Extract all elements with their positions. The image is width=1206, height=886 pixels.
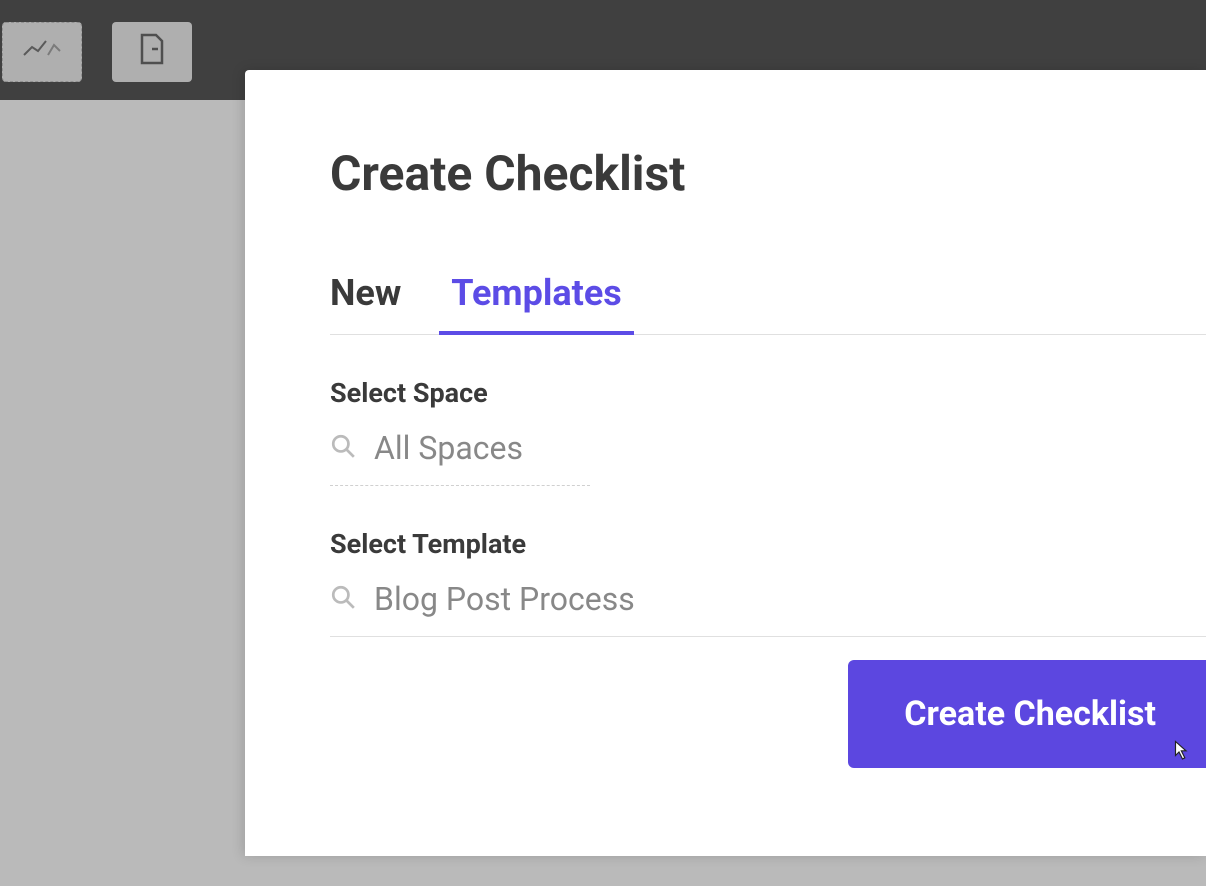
template-search-input[interactable] xyxy=(374,580,1166,618)
select-space-label: Select Space xyxy=(330,377,1206,409)
tab-templates[interactable]: Templates xyxy=(451,272,621,334)
select-template-label: Select Template xyxy=(330,528,1206,560)
modal-title: Create Checklist xyxy=(330,145,1206,202)
create-checklist-modal: Create Checklist New Templates Select Sp… xyxy=(245,70,1206,856)
space-selector[interactable] xyxy=(330,429,590,486)
search-icon xyxy=(330,584,356,614)
tab-new[interactable]: New xyxy=(330,272,401,334)
template-selector[interactable] xyxy=(330,580,1206,637)
space-search-input[interactable] xyxy=(374,429,590,467)
modal-tabs: New Templates xyxy=(330,272,1206,335)
search-icon xyxy=(330,433,356,463)
create-checklist-button[interactable]: Create Checklist xyxy=(848,660,1206,768)
